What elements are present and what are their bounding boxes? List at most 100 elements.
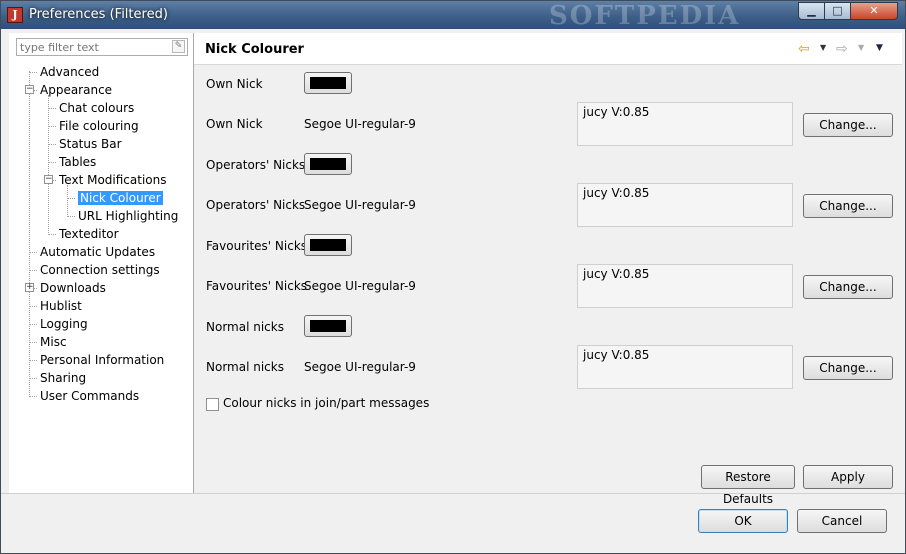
tree-item-connection-settings[interactable]: Connection settings <box>40 261 160 279</box>
colour-join-part-checkbox[interactable] <box>206 398 219 411</box>
tree-guide-line <box>29 71 30 397</box>
colour-picker-button[interactable] <box>304 315 352 337</box>
tree-item-sharing[interactable]: Sharing <box>40 369 86 387</box>
minimize-button[interactable]: ▁ <box>798 2 825 20</box>
tree-item-label: Nick Colourer <box>78 191 163 205</box>
colour-swatch <box>310 158 346 170</box>
tree-guide-line <box>48 95 49 235</box>
tree-item-user-commands[interactable]: User Commands <box>40 387 139 405</box>
colour-label: Favourites' Nicks <box>206 239 308 253</box>
tree-item-label: Appearance <box>40 83 113 97</box>
font-label: Operators' Nicks <box>206 198 306 212</box>
change-font-button[interactable]: Change... <box>803 194 893 218</box>
colour-swatch <box>310 77 346 89</box>
app-icon: J <box>7 7 23 23</box>
tree-guide-line <box>29 72 37 73</box>
tree-guide-line <box>29 360 37 361</box>
collapse-icon[interactable]: − <box>25 85 34 94</box>
close-button[interactable]: ✕ <box>850 2 898 20</box>
ok-button[interactable]: OK <box>698 509 788 533</box>
tree-item-label: Connection settings <box>40 263 160 277</box>
tree-guide-line <box>29 378 37 379</box>
change-font-button[interactable]: Change... <box>803 356 893 380</box>
tree-item-label: Automatic Updates <box>40 245 156 259</box>
tree-guide-line <box>29 270 37 271</box>
watermark: SOFTPEDIA <box>549 1 741 31</box>
change-font-button[interactable]: Change... <box>803 275 893 299</box>
colour-picker-button[interactable] <box>304 234 352 256</box>
tree-item-label: Logging <box>40 317 88 331</box>
font-preview: jucy V:0.85 <box>577 264 793 308</box>
tree-item-label: Advanced <box>40 65 100 79</box>
tree-item-automatic-updates[interactable]: Automatic Updates <box>40 243 155 261</box>
tree-item-url-highlighting[interactable]: URL Highlighting <box>78 207 178 225</box>
tree-item-label: Hublist <box>40 299 82 313</box>
font-name: Segoe UI-regular-9 <box>304 117 416 131</box>
tree-item-hublist[interactable]: Hublist <box>40 297 82 315</box>
tree-item-label: Sharing <box>40 371 87 385</box>
tree-item-label: Texteditor <box>59 227 119 241</box>
font-preview: jucy V:0.85 <box>577 102 793 146</box>
tree-item-label: Misc <box>40 335 67 349</box>
tree-item-texteditor[interactable]: Texteditor <box>59 225 119 243</box>
tree-item-label: Downloads <box>40 281 106 295</box>
back-dropdown-icon[interactable]: ▼ <box>820 43 826 52</box>
tree-item-logging[interactable]: Logging <box>40 315 88 333</box>
tree-item-tables[interactable]: Tables <box>59 153 96 171</box>
tree-item-misc[interactable]: Misc <box>40 333 67 351</box>
colour-label: Own Nick <box>206 77 263 91</box>
tree-guide-line <box>29 396 37 397</box>
tree-item-label: Chat colours <box>59 101 135 115</box>
colour-label: Normal nicks <box>206 320 284 334</box>
filter-input[interactable] <box>20 40 168 54</box>
colour-picker-button[interactable] <box>304 72 352 94</box>
clear-filter-icon[interactable]: ✎ <box>172 40 185 53</box>
change-font-button[interactable]: Change... <box>803 113 893 137</box>
tree-guide-line <box>29 306 37 307</box>
tree-item-personal-information[interactable]: Personal Information <box>40 351 164 369</box>
apply-button[interactable]: Apply <box>803 465 893 489</box>
tree-item-label: URL Highlighting <box>78 209 179 223</box>
colour-join-part-label: Colour nicks in join/part messages <box>223 396 430 410</box>
tree-guide-line <box>48 234 56 235</box>
tree-guide-line <box>29 342 37 343</box>
title-bar[interactable]: J Preferences (Filtered) SOFTPEDIA ▁ □ ✕ <box>1 1 905 31</box>
font-preview: jucy V:0.85 <box>577 345 793 389</box>
tree-item-label: File colouring <box>59 119 139 133</box>
view-menu-icon[interactable]: ▼ <box>876 43 883 53</box>
divider <box>1 493 905 494</box>
colour-swatch <box>310 239 346 251</box>
colour-label: Operators' Nicks <box>206 158 306 172</box>
back-icon[interactable]: ⇦ <box>798 41 810 57</box>
font-name: Segoe UI-regular-9 <box>304 198 416 212</box>
tree-guide-line <box>67 216 75 217</box>
tree-item-downloads[interactable]: Downloads <box>40 279 106 297</box>
tree-item-appearance[interactable]: Appearance <box>40 81 112 99</box>
font-name: Segoe UI-regular-9 <box>304 360 416 374</box>
forward-dropdown-icon[interactable]: ▼ <box>858 43 864 52</box>
tree-item-file-colouring[interactable]: File colouring <box>59 117 139 135</box>
maximize-button[interactable]: □ <box>824 2 851 20</box>
collapse-icon[interactable]: − <box>44 175 53 184</box>
tree-item-status-bar[interactable]: Status Bar <box>59 135 122 153</box>
filter-field[interactable]: ✎ <box>16 38 188 56</box>
forward-icon[interactable]: ⇨ <box>836 41 848 57</box>
tree-guide-line <box>48 108 56 109</box>
tree-guide-line <box>48 126 56 127</box>
expand-icon[interactable]: + <box>25 283 34 292</box>
tree-item-label: Tables <box>59 155 97 169</box>
tree-item-advanced[interactable]: Advanced <box>40 63 99 81</box>
window-title: Preferences (Filtered) <box>29 7 168 22</box>
tree-item-text-modifications[interactable]: Text Modifications <box>59 171 166 189</box>
restore-defaults-button[interactable]: Restore Defaults <box>701 465 795 506</box>
tree-item-label: Text Modifications <box>59 173 167 187</box>
font-name: Segoe UI-regular-9 <box>304 279 416 293</box>
font-label: Favourites' Nicks <box>206 279 308 293</box>
font-label: Own Nick <box>206 117 263 131</box>
tree-guide-line <box>67 198 75 199</box>
tree-item-chat-colours[interactable]: Chat colours <box>59 99 134 117</box>
page-title: Nick Colourer <box>205 42 304 57</box>
cancel-button[interactable]: Cancel <box>797 509 887 533</box>
tree-item-nick-colourer[interactable]: Nick Colourer <box>78 189 163 207</box>
colour-picker-button[interactable] <box>304 153 352 175</box>
